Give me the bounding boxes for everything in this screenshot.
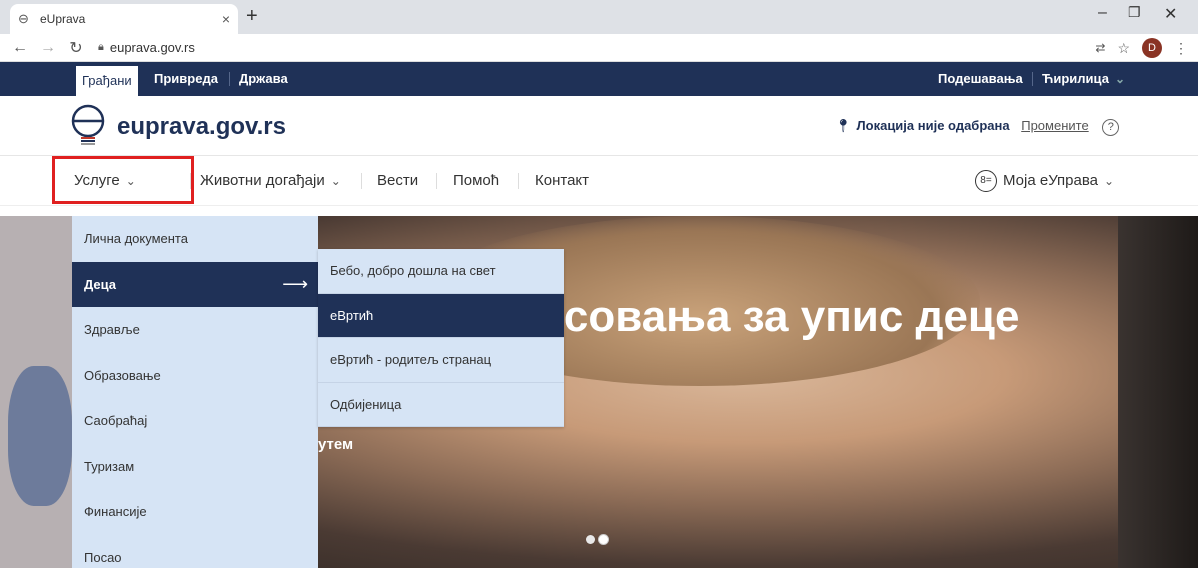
translate-icon[interactable]: ⇄	[1095, 41, 1105, 55]
reload-icon[interactable]: ↻	[68, 38, 84, 58]
menu-item-health[interactable]: Здравље	[72, 307, 318, 353]
carousel-dots	[586, 535, 608, 544]
tab-title: eUprava	[40, 12, 222, 26]
menu-item-work[interactable]: Посао	[72, 535, 318, 580]
nav-life-events[interactable]: Животни догађаји ⌄	[200, 156, 341, 206]
audience-state[interactable]: Држава	[233, 62, 294, 96]
nav-my-account-label: Моја еУправа	[1003, 172, 1098, 189]
hero-bookshelf	[1118, 216, 1198, 568]
submenu-item-evrtic-foreign-parent[interactable]: еВртић - родитељ странац	[318, 338, 564, 383]
url-field[interactable]: 🔒︎ euprava.gov.rs	[98, 40, 195, 55]
location-pin-icon: 📍︎	[835, 118, 852, 133]
hero-title: есовања за упис деце	[540, 292, 1019, 342]
submenu-item-evrtic[interactable]: еВртић	[318, 294, 564, 339]
carousel-dot-active[interactable]	[599, 535, 608, 544]
main-nav: Услуге⌄ Животни догађаји⌄ Вести Помоћ Ко…	[0, 156, 1198, 206]
hero-toy-shape	[8, 366, 72, 506]
bookmark-star-icon[interactable]: ☆	[1117, 40, 1130, 57]
restore-icon[interactable]: ❐	[1128, 4, 1141, 21]
chevron-down-icon: ⌄	[1115, 72, 1125, 86]
audience-strip: Грађани Привреда Држава Подешавања Ћирил…	[0, 62, 1198, 96]
chevron-down-icon: ⌄	[331, 174, 341, 188]
nav-contact[interactable]: Контакт	[535, 156, 589, 206]
new-tab-button[interactable]: +	[246, 5, 258, 28]
hero-subtitle: утем	[318, 436, 353, 453]
nav-my-account[interactable]: 8= Моја еУправа ⌄	[975, 156, 1114, 206]
address-bar: ← → ↻ 🔒︎ euprava.gov.rs ⇄ ☆ D ⋮	[0, 34, 1198, 62]
browser-menu-icon[interactable]: ⋮	[1174, 40, 1188, 57]
forward-icon[interactable]: →	[40, 39, 56, 57]
site-favicon-icon: ⊖	[18, 12, 32, 26]
highlight-annotation-box	[52, 156, 194, 204]
change-location-link[interactable]: Промените	[1021, 118, 1088, 133]
menu-item-children-label: Деца	[84, 277, 116, 292]
minimize-icon[interactable]: –	[1098, 4, 1107, 22]
audience-citizens[interactable]: Грађани	[76, 66, 138, 96]
services-dropdown: Лична документа Деца ⟶ Здравље Образовање…	[72, 216, 318, 568]
location-label: Локација није одабрана	[857, 118, 1010, 133]
menu-item-education[interactable]: Образовање	[72, 353, 318, 399]
menu-item-personal-documents[interactable]: Лична документа	[72, 216, 318, 262]
browser-tabbar: ⊖ eUprava × + – ❐ ✕	[0, 0, 1198, 34]
help-icon[interactable]: ?	[1102, 119, 1119, 136]
back-icon[interactable]: ←	[12, 39, 28, 57]
euprava-logo-icon[interactable]	[70, 104, 106, 146]
language-select[interactable]: Ћирилица ⌄	[1036, 62, 1131, 96]
tab-close-icon[interactable]: ×	[222, 11, 230, 27]
lock-icon: 🔒︎	[98, 41, 104, 54]
children-submenu: Бебо, добро дошла на свет еВртић еВртић …	[318, 249, 564, 427]
language-label: Ћирилица	[1042, 71, 1109, 86]
profile-avatar[interactable]: D	[1142, 38, 1162, 58]
menu-item-children[interactable]: Деца ⟶	[72, 262, 318, 308]
arrow-right-icon: ⟶	[282, 262, 308, 308]
logo-text[interactable]: euprava.gov.rs	[117, 113, 286, 141]
submenu-item-odbijenica[interactable]: Одбијеница	[318, 383, 564, 428]
site-header: euprava.gov.rs 📍︎ Локација није одабрана …	[0, 96, 1198, 156]
chevron-down-icon: ⌄	[1104, 174, 1114, 188]
carousel-dot[interactable]	[586, 535, 595, 544]
location-widget: 📍︎ Локација није одабрана Промените ?	[835, 118, 1119, 136]
menu-item-finance[interactable]: Финансије	[72, 489, 318, 535]
nav-help[interactable]: Помоћ	[453, 156, 499, 206]
close-window-icon[interactable]: ✕	[1164, 4, 1177, 24]
nav-news[interactable]: Вести	[377, 156, 418, 206]
menu-item-tourism[interactable]: Туризам	[72, 444, 318, 490]
menu-item-traffic[interactable]: Саобраћај	[72, 398, 318, 444]
settings-link[interactable]: Подешавања	[932, 62, 1029, 96]
nav-life-events-label: Животни догађаји	[200, 172, 325, 189]
browser-tab[interactable]: ⊖ eUprava ×	[10, 4, 238, 34]
audience-business[interactable]: Привреда	[148, 62, 224, 96]
submenu-item-baby-welcome[interactable]: Бебо, добро дошла на свет	[318, 249, 564, 294]
user-account-icon: 8=	[975, 170, 997, 192]
url-text: euprava.gov.rs	[110, 40, 195, 55]
